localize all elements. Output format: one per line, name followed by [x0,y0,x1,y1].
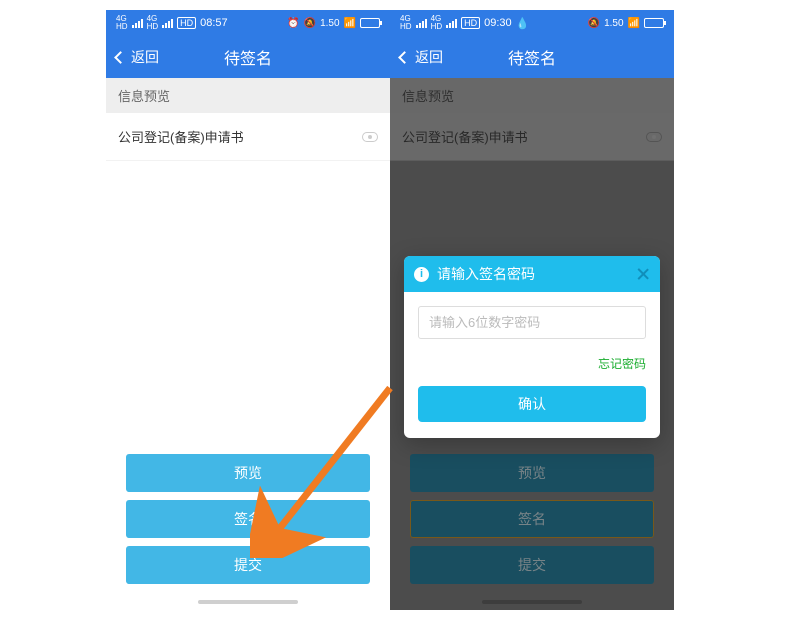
modal-title: 请输入签名密码 [437,264,535,284]
rate-label: 1.50 [320,18,339,29]
hd-badge: HD [177,17,196,29]
wifi-icon: 📶 [344,18,356,29]
rate-label: 1.50 [604,18,623,29]
dnd-icon: 🔕 [588,18,600,29]
section-header: 信息预览 [106,78,390,113]
document-title: 公司登记(备案)申请书 [118,127,244,146]
sign-button[interactable]: 签名 [126,500,370,538]
eye-icon[interactable] [362,132,378,142]
battery-icon [360,18,380,28]
close-icon[interactable] [636,267,650,281]
status-bar: 4GHD 4GHD HD 08:57 ⏰ 🔕 1.50 📶 [106,10,390,36]
network-label: 4GHD [116,15,128,31]
page-title: 待签名 [224,45,272,69]
phone-screen-left: 4GHD 4GHD HD 08:57 ⏰ 🔕 1.50 📶 返回 待签名 [106,10,390,610]
app-header: 返回 待签名 [390,36,674,78]
status-bar: 4GHD 4GHD HD 09:30 💧 🔕 1.50 📶 [390,10,674,36]
home-indicator[interactable] [198,600,298,604]
document-row[interactable]: 公司登记(备案)申请书 [106,113,390,161]
password-input[interactable] [418,306,646,339]
bottom-actions: 预览 签名 提交 [106,450,390,600]
signal-icon [446,19,457,28]
modal-body [404,292,660,347]
network-label-2: 4GHD [147,15,159,31]
info-icon: i [414,267,429,282]
back-button[interactable]: 返回 [390,36,453,78]
preview-button[interactable]: 预览 [126,454,370,492]
alarm-icon: ⏰ [287,18,299,29]
back-button[interactable]: 返回 [106,36,169,78]
network-label-2: 4GHD [431,15,443,31]
signal-icon [132,19,143,28]
signal-icon [416,19,427,28]
page-title: 待签名 [508,45,556,69]
submit-button[interactable]: 提交 [126,546,370,584]
signal-icon [162,19,173,28]
password-modal: i 请输入签名密码 忘记密码 确认 [404,256,660,438]
wifi-icon: 📶 [628,18,640,29]
dnd-icon: 🔕 [304,18,316,29]
back-label: 返回 [131,47,159,67]
hd-badge: HD [461,17,480,29]
status-time: 09:30 [484,17,512,29]
app-header: 返回 待签名 [106,36,390,78]
status-time: 08:57 [200,17,228,29]
chevron-left-icon [114,51,127,64]
network-label: 4GHD [400,15,412,31]
chevron-left-icon [398,51,411,64]
modal-header: i 请输入签名密码 [404,256,660,292]
drop-icon: 💧 [516,17,530,30]
confirm-button[interactable]: 确认 [418,386,646,422]
battery-icon [644,18,664,28]
forgot-password-link[interactable]: 忘记密码 [404,347,660,374]
modal-footer: 确认 [404,374,660,438]
content-area [106,161,390,450]
back-label: 返回 [415,47,443,67]
phone-screen-right: 4GHD 4GHD HD 09:30 💧 🔕 1.50 📶 返回 待签名 [390,10,674,610]
home-indicator-wrap [106,600,390,610]
